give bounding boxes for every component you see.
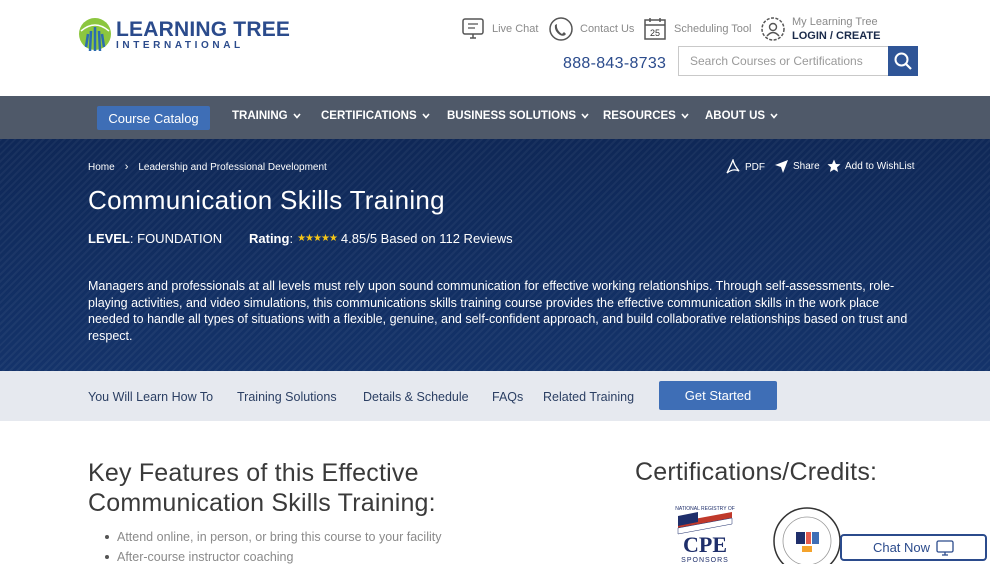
- scheduling-tool-label: Scheduling Tool: [674, 23, 752, 35]
- pdf-icon: [726, 159, 740, 174]
- nav-business-solutions-label: BUSINESS SOLUTIONS: [447, 110, 577, 122]
- course-tabs: You Will Learn How To Training Solutions…: [0, 371, 990, 421]
- scheduling-tool-link[interactable]: 25 Scheduling Tool: [642, 16, 751, 42]
- star-icon: [827, 159, 841, 172]
- calendar-icon: 25: [644, 18, 666, 40]
- account-link[interactable]: My Learning Tree LOGIN / CREATE: [760, 16, 880, 42]
- nav-training-label: TRAINING: [232, 110, 288, 122]
- contact-us-label: Contact Us: [580, 23, 635, 35]
- tab-training-solutions[interactable]: Training Solutions: [237, 390, 337, 404]
- features-heading: Key Features of this Effective Communica…: [88, 459, 436, 517]
- account-label: My Learning Tree: [792, 16, 878, 28]
- tab-related-training[interactable]: Related Training: [543, 390, 634, 404]
- tab-you-will-learn[interactable]: You Will Learn How To: [88, 390, 213, 404]
- tree-logo-icon: [79, 18, 111, 52]
- cpe-sub: SPONSORS: [681, 557, 729, 564]
- wishlist-label: Add to WishList: [845, 160, 915, 172]
- list-item: Attend online, in person, or bring this …: [103, 527, 441, 547]
- search-input[interactable]: [679, 47, 888, 75]
- chevron-down-icon: [681, 113, 689, 119]
- logo-title: LEARNING TREE: [116, 17, 291, 41]
- chevron-down-icon: [581, 113, 589, 119]
- breadcrumb-home[interactable]: Home: [88, 162, 115, 173]
- live-chat-link[interactable]: Live Chat: [460, 16, 538, 42]
- chat-now-label: Chat Now: [872, 540, 931, 555]
- course-catalog-button[interactable]: Course Catalog: [97, 106, 210, 130]
- share-label: Share: [793, 161, 820, 172]
- tab-details-schedule[interactable]: Details & Schedule: [363, 390, 469, 404]
- course-description: Managers and professionals at all levels…: [88, 279, 908, 343]
- search-icon: [894, 52, 912, 70]
- level-value: : FOUNDATION: [129, 231, 223, 246]
- nav-training[interactable]: TRAINING: [232, 110, 301, 122]
- learning-tree-logo[interactable]: LEARNING TREE INTERNATIONAL: [78, 17, 290, 53]
- certifications-heading: Certifications/Credits:: [635, 458, 878, 486]
- site-header: LEARNING TREE INTERNATIONAL Live Chat Co…: [0, 0, 990, 96]
- cpe-text: CPE: [683, 532, 727, 557]
- breadcrumb-separator-icon: ›: [124, 161, 129, 173]
- features-list: Attend online, in person, or bring this …: [103, 527, 441, 564]
- chevron-down-icon: [422, 113, 430, 119]
- breadcrumb-category[interactable]: Leadership and Professional Development: [138, 162, 326, 173]
- pmi-badge-logo: [773, 507, 841, 564]
- nav-business-solutions[interactable]: BUSINESS SOLUTIONS: [447, 110, 589, 122]
- nav-certifications-label: CERTIFICATIONS: [321, 110, 417, 122]
- monitor-chat-icon: [462, 18, 484, 39]
- level-label: LEVEL: [88, 231, 130, 246]
- rating-colon: :: [289, 231, 294, 246]
- course-level: LEVEL: FOUNDATION: [88, 231, 222, 246]
- tab-faqs[interactable]: FAQs: [492, 390, 523, 404]
- user-gear-icon: [761, 17, 785, 41]
- cpe-arc-text: NATIONAL REGISTRY OF: [675, 506, 735, 512]
- live-chat-label: Live Chat: [492, 23, 539, 35]
- search-button[interactable]: [888, 46, 918, 76]
- chat-now-button[interactable]: Chat Now: [840, 534, 987, 561]
- course-hero: Home › Leadership and Professional Devel…: [0, 139, 990, 371]
- nav-resources[interactable]: RESOURCES: [603, 110, 689, 122]
- phone-icon: [549, 17, 573, 41]
- calendar-day: 25: [650, 28, 660, 38]
- main-nav: Course Catalog TRAINING CERTIFICATIONS B…: [0, 96, 990, 139]
- share-link[interactable]: Share: [774, 159, 820, 174]
- chat-monitor-icon: [936, 539, 954, 556]
- list-item: After-course instructor coaching: [103, 547, 441, 564]
- get-started-button[interactable]: Get Started: [659, 381, 777, 410]
- nav-about-us-label: ABOUT US: [705, 110, 766, 122]
- nav-certifications[interactable]: CERTIFICATIONS: [321, 110, 430, 122]
- search-box: [678, 46, 918, 76]
- pdf-link[interactable]: PDF: [725, 159, 765, 175]
- share-icon: [775, 160, 788, 173]
- rating-stars-icon: ★ ★ ★ ★ ★: [297, 233, 338, 244]
- nav-about-us[interactable]: ABOUT US: [705, 110, 778, 122]
- pdf-label: PDF: [745, 161, 765, 173]
- phone-number[interactable]: 888-843-8733: [563, 55, 666, 73]
- rating-text: 4.85/5 Based on 112 Reviews: [340, 231, 513, 246]
- breadcrumb: Home › Leadership and Professional Devel…: [88, 161, 327, 173]
- chevron-down-icon: [292, 113, 301, 119]
- page-title: Communication Skills Training: [88, 185, 445, 215]
- chevron-down-icon: [770, 113, 778, 119]
- contact-us-link[interactable]: Contact Us: [548, 16, 634, 42]
- rating-label: Rating: [249, 231, 290, 246]
- login-create-link[interactable]: LOGIN / CREATE: [792, 30, 880, 42]
- course-rating: Rating: ★ ★ ★ ★ ★ 4.85/5 Based on 112 Review…: [249, 231, 513, 246]
- nav-resources-label: RESOURCES: [603, 110, 676, 122]
- add-to-wishlist-link[interactable]: Add to WishList: [827, 159, 914, 173]
- cpe-sponsors-logo: NATIONAL REGISTRY OF CPE SPONSORS: [675, 506, 735, 564]
- logo-subtitle: INTERNATIONAL: [116, 39, 244, 51]
